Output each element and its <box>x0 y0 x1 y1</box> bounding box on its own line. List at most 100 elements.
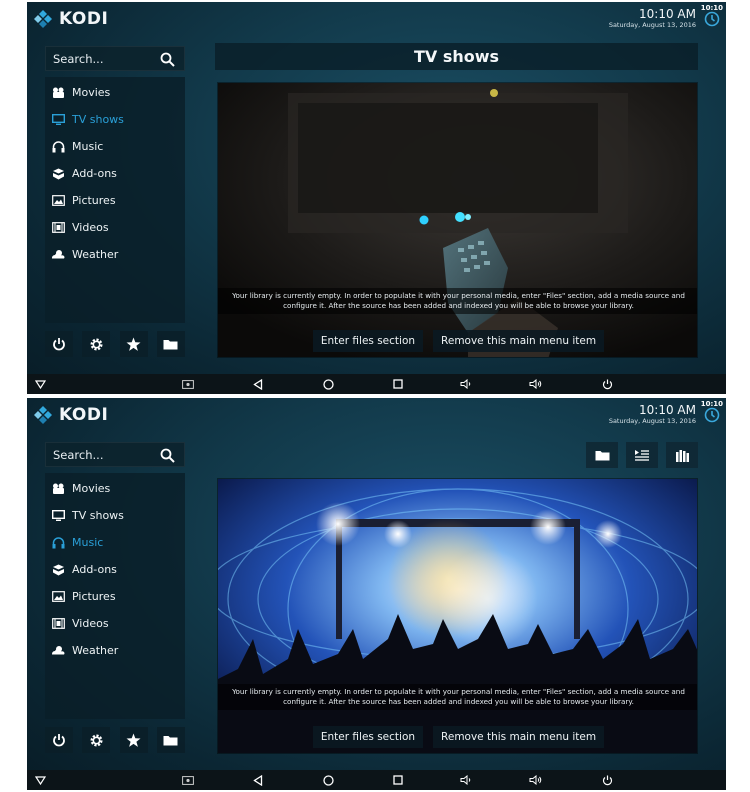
empty-library-notice: Your library is currently empty. In orde… <box>218 288 697 314</box>
settings-button[interactable] <box>82 727 111 753</box>
tv-shows-preview: Your library is currently empty. In orde… <box>217 82 698 358</box>
status-time: 10:10 <box>700 4 723 12</box>
menu-item-tv-shows[interactable]: TV shows <box>45 106 185 133</box>
remove-menu-item-button[interactable]: Remove this main menu item <box>433 330 605 352</box>
back-button[interactable] <box>251 774 265 786</box>
menu-item-music[interactable]: Music <box>45 133 185 160</box>
volume-up-button[interactable] <box>529 378 543 390</box>
screenshot-icon <box>182 775 194 785</box>
search-icon <box>160 52 175 67</box>
weather-icon <box>51 644 65 658</box>
menu-item-label: Videos <box>72 617 109 630</box>
star-icon <box>126 337 141 351</box>
library-actions: Enter files section Remove this main men… <box>218 726 697 748</box>
chevron-down-icon <box>34 379 46 389</box>
volume-down-button[interactable] <box>459 378 473 390</box>
kodi-logo-icon <box>34 406 52 424</box>
music-preview: Your library is currently empty. In orde… <box>217 478 698 754</box>
kodi-screen-tv-shows: KODI 10:10 AM Saturday, August 13, 2016 … <box>27 2 726 394</box>
status-time: 10:10 <box>700 400 723 408</box>
favourites-button[interactable] <box>119 331 148 357</box>
library-actions: Enter files section Remove this main men… <box>218 330 697 352</box>
enter-files-button[interactable]: Enter files section <box>312 726 424 748</box>
recents-icon <box>393 775 403 785</box>
menu-item-movies[interactable]: Movies <box>45 79 185 106</box>
recents-button[interactable] <box>391 774 405 786</box>
volume-up-icon <box>529 379 542 389</box>
back-icon <box>253 774 263 786</box>
playlist-icon <box>635 450 649 461</box>
menu-item-music[interactable]: Music <box>45 529 185 556</box>
home-button[interactable] <box>321 774 335 786</box>
settings-button[interactable] <box>82 331 111 357</box>
volume-down-button[interactable] <box>459 774 473 786</box>
favourites-button[interactable] <box>119 727 148 753</box>
clock-icon <box>704 11 720 27</box>
menu-item-pictures[interactable]: Pictures <box>45 583 185 610</box>
music-shortcuts <box>586 442 698 468</box>
power-button[interactable] <box>45 727 73 753</box>
menu-item-pictures[interactable]: Pictures <box>45 187 185 214</box>
recents-button[interactable] <box>391 378 405 390</box>
chevron-down-icon <box>34 775 46 785</box>
library-icon <box>675 449 689 462</box>
folder-icon <box>595 451 609 461</box>
tv-icon <box>51 509 65 523</box>
home-icon <box>322 774 334 786</box>
gear-icon <box>90 338 103 350</box>
search-button[interactable]: Search... <box>45 46 185 71</box>
screenshot-icon <box>182 379 194 389</box>
menu-item-label: Videos <box>72 221 109 234</box>
menu-item-label: TV shows <box>72 509 124 522</box>
remove-menu-item-button[interactable]: Remove this main menu item <box>433 726 605 748</box>
files-button[interactable] <box>156 331 185 357</box>
hide-bar-button[interactable] <box>33 378 47 390</box>
back-button[interactable] <box>251 378 265 390</box>
app-name: KODI <box>59 405 109 425</box>
clock: 10:10 AM Saturday, August 13, 2016 <box>609 8 696 30</box>
library-button[interactable] <box>666 442 698 468</box>
menu-item-label: Music <box>72 140 104 153</box>
search-button[interactable]: Search... <box>45 442 185 467</box>
menu-item-weather[interactable]: Weather <box>45 241 185 268</box>
menu-item-add-ons[interactable]: Add-ons <box>45 160 185 187</box>
menu-item-label: Movies <box>72 482 111 495</box>
folder-icon <box>163 340 178 350</box>
files-button[interactable] <box>156 727 185 753</box>
recents-icon <box>393 379 403 389</box>
kodi-screen-music: KODI 10:10 AM Saturday, August 13, 2016 … <box>27 398 726 790</box>
menu-item-movies[interactable]: Movies <box>45 475 185 502</box>
menu-item-add-ons[interactable]: Add-ons <box>45 556 185 583</box>
screenshot-button[interactable] <box>181 378 195 390</box>
volume-down-icon <box>460 379 470 389</box>
app-name: KODI <box>59 9 109 29</box>
home-icon <box>322 378 334 390</box>
back-icon <box>253 378 263 390</box>
volume-down-icon <box>460 775 470 785</box>
headphones-icon <box>51 536 65 550</box>
power-icon <box>53 338 65 351</box>
menu-item-videos[interactable]: Videos <box>45 610 185 637</box>
hide-bar-button[interactable] <box>33 774 47 786</box>
gear-icon <box>90 734 103 746</box>
power-icon <box>602 379 612 389</box>
menu-item-label: Movies <box>72 86 111 99</box>
enter-files-button[interactable]: Enter files section <box>312 330 424 352</box>
nav-power-button[interactable] <box>600 774 614 786</box>
nav-power-button[interactable] <box>600 378 614 390</box>
menu-item-videos[interactable]: Videos <box>45 214 185 241</box>
screenshot-button[interactable] <box>181 774 195 786</box>
playlists-button[interactable] <box>626 442 658 468</box>
movies-icon <box>51 86 65 100</box>
menu-item-label: Add-ons <box>72 563 117 576</box>
menu-item-weather[interactable]: Weather <box>45 637 185 664</box>
addons-icon <box>51 563 65 577</box>
pictures-icon <box>51 590 65 604</box>
search-label: Search... <box>53 447 104 462</box>
music-files-button[interactable] <box>586 442 618 468</box>
menu-item-tv-shows[interactable]: TV shows <box>45 502 185 529</box>
power-button[interactable] <box>45 331 73 357</box>
volume-up-button[interactable] <box>529 774 543 786</box>
quick-actions <box>45 727 185 753</box>
home-button[interactable] <box>321 378 335 390</box>
